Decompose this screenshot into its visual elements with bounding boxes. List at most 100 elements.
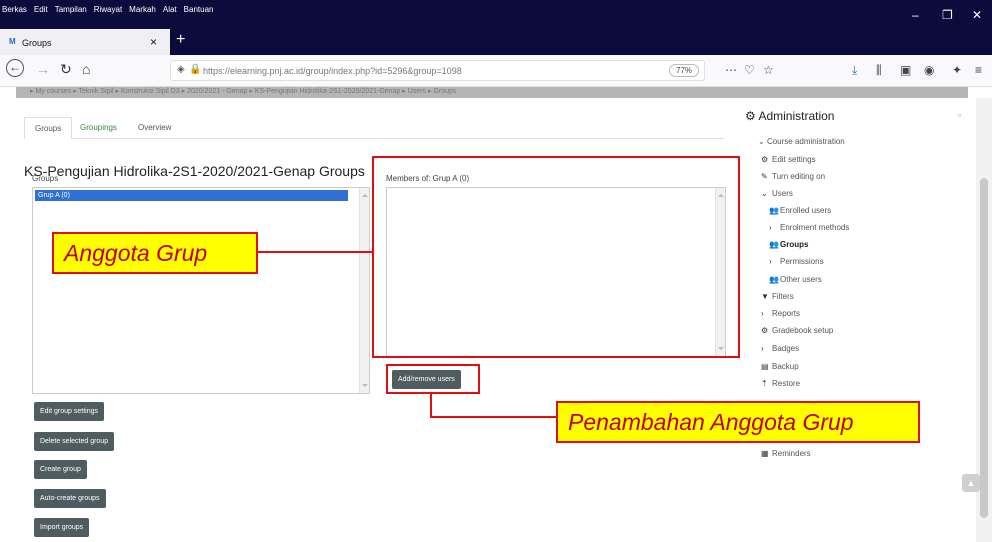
members-highlight-box bbox=[372, 156, 740, 358]
new-tab-icon[interactable]: + bbox=[176, 31, 185, 49]
home-icon[interactable]: ⌂ bbox=[82, 61, 90, 77]
course-administration-label: Course administration bbox=[766, 137, 845, 146]
chevron-right-icon: › bbox=[769, 223, 772, 232]
forward-icon[interactable]: → bbox=[36, 61, 50, 77]
sidebar-item-permissions[interactable]: › Permissions bbox=[769, 257, 824, 266]
menu-alat[interactable]: Alat bbox=[163, 5, 177, 14]
pocket-icon[interactable]: ♡ bbox=[744, 63, 755, 77]
auto-create-groups-button[interactable]: Auto-create groups bbox=[34, 489, 106, 508]
delete-selected-group-button[interactable]: Delete selected group bbox=[34, 432, 115, 451]
menu-bantuan[interactable]: Bantuan bbox=[184, 5, 214, 14]
chevron-right-icon: › bbox=[769, 257, 772, 266]
dock-block-icon[interactable]: ▫ bbox=[958, 110, 961, 120]
sidebar-item-enrolment-methods[interactable]: › Enrolment methods bbox=[769, 223, 849, 232]
browser-tab[interactable]: M Groups × bbox=[0, 29, 170, 55]
sidebar-item-restore[interactable]: ⇡ Restore bbox=[761, 379, 800, 388]
sidebar-item-label: Badges bbox=[772, 344, 800, 353]
sidebar-item-groups[interactable]: 👥Groups bbox=[769, 240, 808, 249]
group-tabs: Groups Groupings Overview bbox=[24, 117, 724, 139]
zoom-level[interactable]: 77% bbox=[669, 64, 700, 77]
shield-icon[interactable]: ◈ bbox=[177, 64, 185, 75]
sidebar-item-reminders[interactable]: ▦ Reminders bbox=[761, 449, 811, 458]
sidebar-item-label: Turn editing on bbox=[772, 172, 826, 181]
scroll-to-top-button[interactable]: ▲ bbox=[962, 474, 980, 492]
hamburger-menu-icon[interactable]: ≡ bbox=[975, 63, 982, 77]
reload-icon[interactable]: ↻ bbox=[60, 61, 72, 78]
sidebar-item-label: Filters bbox=[772, 292, 794, 301]
sidebar-item-gradebook-setup[interactable]: ⚙ Gradebook setup bbox=[761, 326, 833, 335]
url-text: https://elearning.pnj.ac.id/group/index.… bbox=[203, 66, 462, 76]
menu-riwayat[interactable]: Riwayat bbox=[94, 5, 122, 14]
tab-groups[interactable]: Groups bbox=[24, 117, 73, 139]
more-icon[interactable]: ⋯ bbox=[725, 63, 737, 77]
sidebar-item-turn-editing-on[interactable]: ✎ Turn editing on bbox=[761, 172, 825, 181]
sidebar-item-label: Reminders bbox=[772, 449, 811, 458]
sidebar-item-label: Enrolled users bbox=[780, 206, 832, 215]
sidebar-item-filters[interactable]: ▼ Filters bbox=[761, 292, 794, 301]
edit-group-settings-button[interactable]: Edit group settings bbox=[34, 402, 104, 421]
minimize-icon[interactable]: – bbox=[912, 8, 919, 22]
tab-overview[interactable]: Overview bbox=[128, 117, 181, 139]
menu-markah[interactable]: Markah bbox=[129, 5, 156, 14]
create-group-button[interactable]: Create group bbox=[34, 460, 87, 479]
bookmark-star-icon[interactable]: ☆ bbox=[763, 63, 774, 77]
lock-icon[interactable]: 🔒 bbox=[189, 64, 201, 75]
sidebar-item-other-users[interactable]: 👥Other users bbox=[769, 275, 822, 284]
close-tab-icon[interactable]: × bbox=[150, 35, 157, 49]
sidebar-icon[interactable]: ▣ bbox=[900, 63, 911, 77]
filter-icon: ▼ bbox=[761, 292, 769, 301]
course-administration-item[interactable]: ⌄ Course administration bbox=[758, 137, 845, 146]
back-icon[interactable]: ← bbox=[6, 59, 24, 77]
menu-edit[interactable]: Edit bbox=[34, 5, 48, 14]
backup-icon: ▤ bbox=[761, 362, 769, 371]
menu-berkas[interactable]: Berkas bbox=[2, 5, 27, 14]
groups-scrollbar[interactable] bbox=[359, 188, 369, 393]
account-icon[interactable]: ◉ bbox=[924, 63, 934, 77]
group-option[interactable]: Grup A (0) bbox=[35, 190, 348, 201]
anggota-grup-callout: Anggota Grup bbox=[52, 232, 258, 274]
groups-icon: 👥 bbox=[769, 240, 779, 249]
breadcrumb: ▸ My courses ▸ Teknik Sipil ▸ Konstruksi… bbox=[16, 87, 968, 98]
gears-icon: ⚙ bbox=[745, 109, 756, 123]
chevron-down-icon: ⌄ bbox=[761, 189, 768, 198]
gear-icon: ⚙ bbox=[761, 155, 769, 164]
pencil-icon: ✎ bbox=[761, 172, 768, 181]
menu-tampilan[interactable]: Tampilan bbox=[55, 5, 87, 14]
sidebar-item-badges[interactable]: › Badges bbox=[761, 344, 799, 353]
nav-bar: ← → ↻ ⌂ ◈ 🔒 https://elearning.pnj.ac.id/… bbox=[0, 55, 992, 87]
chevron-right-icon: › bbox=[761, 344, 764, 353]
callout-connector-vertical bbox=[430, 394, 432, 418]
sidebar-item-backup[interactable]: ▤ Backup bbox=[761, 362, 799, 371]
users-icon: 👥 bbox=[769, 275, 779, 284]
tab-bar: M Groups × + bbox=[0, 29, 992, 55]
url-bar[interactable]: ◈ 🔒 https://elearning.pnj.ac.id/group/in… bbox=[170, 60, 705, 81]
penambahan-anggota-callout: Penambahan Anggota Grup bbox=[556, 401, 920, 443]
import-groups-button[interactable]: Import groups bbox=[34, 518, 90, 537]
tab-title: Groups bbox=[22, 38, 52, 48]
sidebar-item-edit-settings[interactable]: ⚙ Edit settings bbox=[761, 155, 816, 164]
callout-connector-horizontal bbox=[430, 416, 556, 418]
groups-listbox[interactable]: Grup A (0) bbox=[32, 187, 370, 394]
restore-icon: ⇡ bbox=[761, 379, 768, 388]
groups-label: Groups bbox=[32, 174, 59, 183]
page-scrollbar-thumb[interactable] bbox=[980, 178, 988, 518]
administration-label: Administration bbox=[758, 109, 835, 123]
add-button-highlight-box bbox=[386, 364, 480, 394]
sidebar-item-label: Reports bbox=[772, 309, 801, 318]
sidebar-item-label: Restore bbox=[772, 379, 801, 388]
users-icon: 👥 bbox=[769, 206, 779, 215]
moodle-favicon-icon: M bbox=[9, 37, 16, 46]
download-icon[interactable]: ⤓ bbox=[852, 63, 857, 78]
restore-window-icon[interactable]: ❐ bbox=[942, 8, 953, 22]
library-icon[interactable]: ⫼ bbox=[876, 63, 882, 78]
tab-groupings[interactable]: Groupings bbox=[70, 117, 127, 139]
extension-icon[interactable]: ✦ bbox=[952, 63, 962, 77]
sidebar-item-reports[interactable]: › Reports bbox=[761, 309, 800, 318]
close-window-icon[interactable]: ✕ bbox=[972, 8, 982, 22]
callout-connector-line bbox=[258, 251, 372, 253]
sidebar-item-label: Permissions bbox=[780, 257, 824, 266]
sidebar-item-label: Backup bbox=[772, 362, 799, 371]
sidebar-item-users[interactable]: ⌄ Users bbox=[761, 189, 793, 198]
sidebar-item-enrolled-users[interactable]: 👥Enrolled users bbox=[769, 206, 831, 215]
menu-bar: Berkas Edit Tampilan Riwayat Markah Alat… bbox=[0, 0, 992, 29]
